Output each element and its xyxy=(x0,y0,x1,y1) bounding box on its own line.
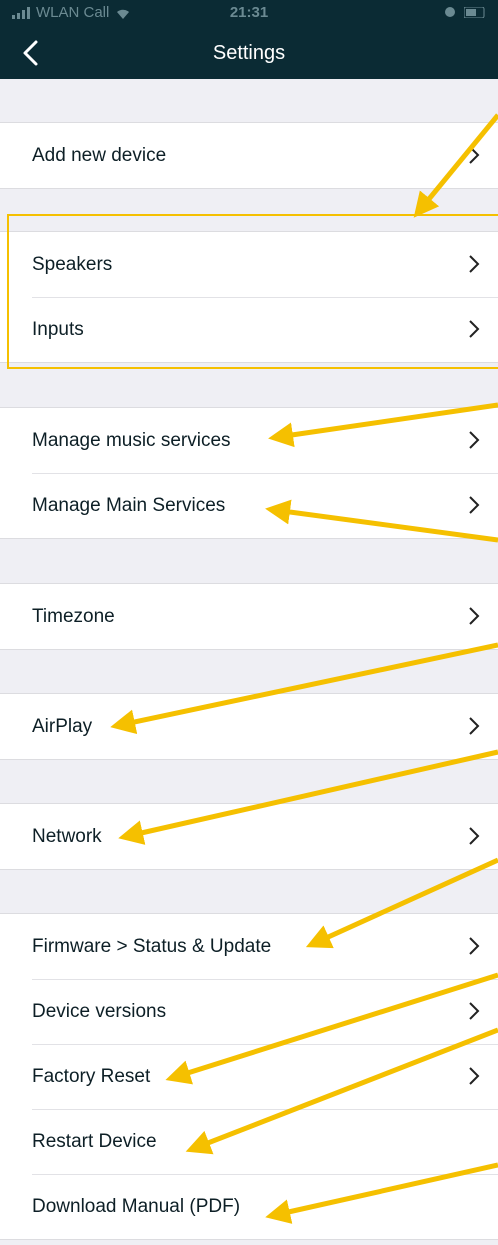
settings-row-label: Factory Reset xyxy=(32,1065,151,1087)
settings-row-label: Manage Main Services xyxy=(32,494,226,516)
chevron-right-icon xyxy=(469,255,480,273)
settings-row-restart-device[interactable]: Restart Device xyxy=(0,1109,498,1174)
settings-row-label: Add new device xyxy=(32,144,167,166)
settings-row-label: Timezone xyxy=(32,605,115,627)
chevron-right-icon xyxy=(469,717,480,735)
settings-section: Firmware > Status & Update Device version… xyxy=(0,913,498,1240)
chevron-right-icon xyxy=(469,827,480,845)
chevron-right-icon xyxy=(469,937,480,955)
settings-row-speakers[interactable]: Speakers xyxy=(0,232,498,297)
settings-row-firmware-status-update[interactable]: Firmware > Status & Update xyxy=(0,914,498,979)
chevron-right-icon xyxy=(469,607,480,625)
chevron-right-icon xyxy=(469,496,480,514)
nav-bar: Settings xyxy=(0,28,498,79)
chevron-right-icon xyxy=(469,320,480,338)
chevron-right-icon xyxy=(469,1002,480,1020)
settings-row-label: Inputs xyxy=(32,318,84,340)
settings-section: Timezone xyxy=(0,583,498,650)
settings-row-add-new-device[interactable]: Add new device xyxy=(0,123,498,188)
settings-row-label: Network xyxy=(32,825,102,847)
settings-section: Network xyxy=(0,803,498,870)
settings-section: Manage music services Manage Main Service… xyxy=(0,407,498,539)
settings-row-label: Firmware > Status & Update xyxy=(32,935,272,957)
settings-row-label: Download Manual (PDF) xyxy=(32,1195,241,1217)
page-title: Settings xyxy=(212,42,286,64)
chevron-right-icon xyxy=(469,146,480,164)
settings-row-manage-music-services[interactable]: Manage music services xyxy=(0,408,498,473)
settings-row-label: Device versions xyxy=(32,1000,167,1022)
settings-row-device-versions[interactable]: Device versions xyxy=(0,979,498,1044)
alarm-icon xyxy=(445,7,455,17)
settings-section: AirPlay xyxy=(0,693,498,760)
settings-row-label: Restart Device xyxy=(32,1130,157,1152)
settings-row-label: AirPlay xyxy=(32,715,93,737)
battery-icon xyxy=(464,6,485,18)
settings-row-manage-main-services[interactable]: Manage Main Services xyxy=(0,473,498,538)
chevron-right-icon xyxy=(469,1067,480,1085)
settings-row-label: Speakers xyxy=(32,253,113,275)
status-time: 21:31 xyxy=(229,4,269,21)
settings-section: Speakers Inputs xyxy=(0,231,498,363)
status-bar: WLAN Call 21:31 xyxy=(0,0,498,28)
settings-row-timezone[interactable]: Timezone xyxy=(0,584,498,649)
settings-row-label: Manage music services xyxy=(32,429,231,451)
settings-row-factory-reset[interactable]: Factory Reset xyxy=(0,1044,498,1109)
status-right xyxy=(444,6,486,18)
settings-row-airplay[interactable]: AirPlay xyxy=(0,694,498,759)
settings-row-network[interactable]: Network xyxy=(0,804,498,869)
settings-section: Add new device xyxy=(0,122,498,189)
settings-row-inputs[interactable]: Inputs xyxy=(0,297,498,362)
settings-row-download-manual-pdf[interactable]: Download Manual (PDF) xyxy=(0,1174,498,1239)
chevron-right-icon xyxy=(469,431,480,449)
